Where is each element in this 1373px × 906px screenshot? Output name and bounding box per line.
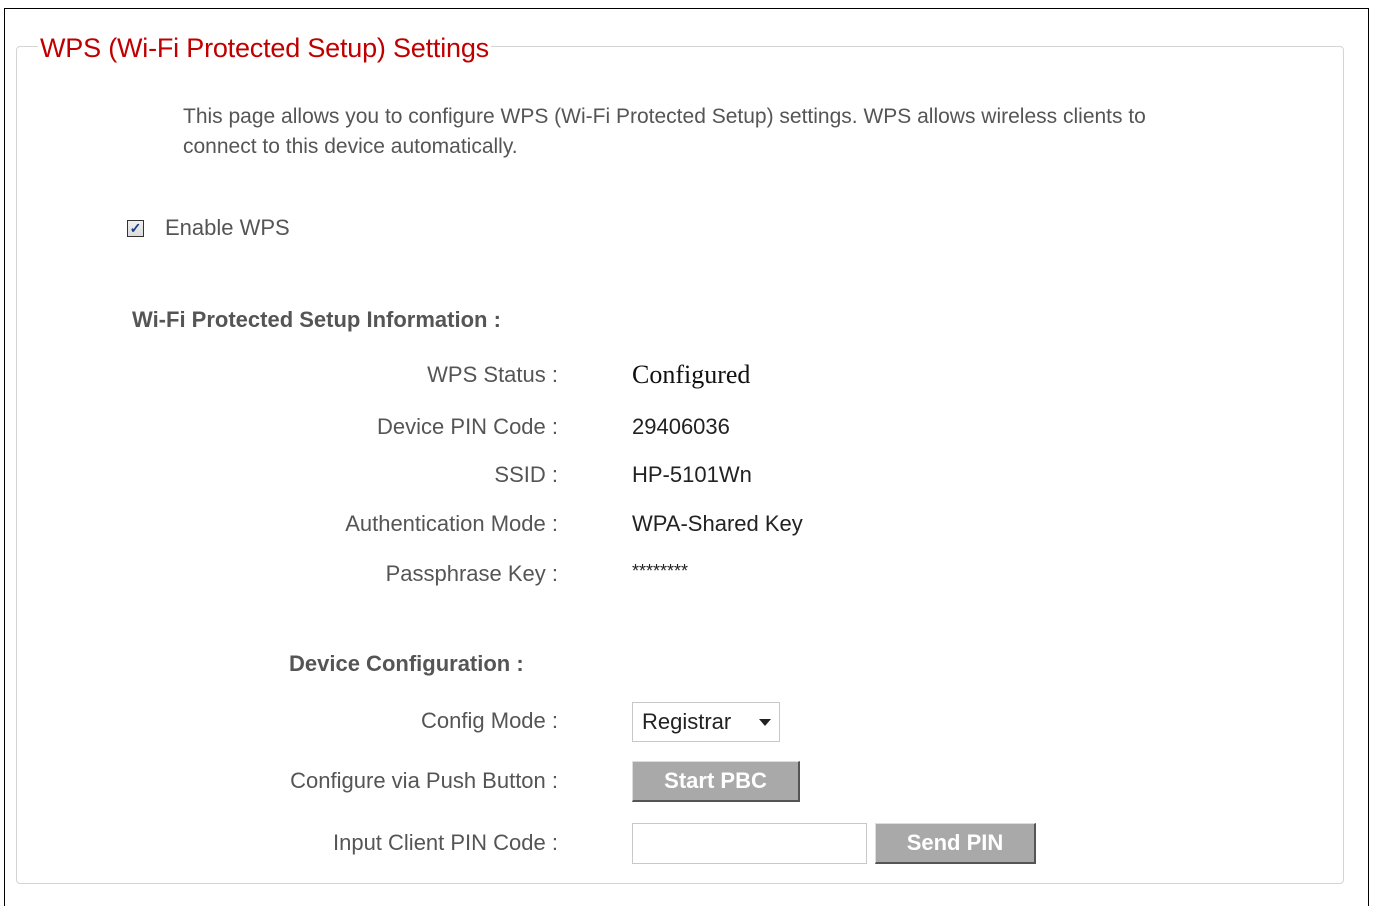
device-pin-value: 29406036 xyxy=(632,414,730,439)
push-button-label: Configure via Push Button : xyxy=(290,768,558,793)
ssid-value: HP-5101Wn xyxy=(632,462,752,487)
enable-wps-checkbox[interactable]: ✓ xyxy=(127,219,144,237)
passphrase-label: Passphrase Key : xyxy=(385,561,558,586)
enable-wps-row[interactable]: ✓ Enable WPS xyxy=(127,215,290,241)
auth-mode-value: WPA-Shared Key xyxy=(632,511,803,536)
info-section-heading: Wi-Fi Protected Setup Information : xyxy=(132,307,501,332)
passphrase-value: ******** xyxy=(632,561,689,581)
enable-wps-label: Enable WPS xyxy=(165,215,290,240)
device-pin-label: Device PIN Code : xyxy=(377,414,558,439)
wps-status-label: WPS Status : xyxy=(427,362,558,387)
page-description: This page allows you to configure WPS (W… xyxy=(183,105,1146,158)
client-pin-input[interactable] xyxy=(632,823,867,864)
client-pin-label: Input Client PIN Code : xyxy=(332,830,558,855)
config-section-heading: Device Configuration : xyxy=(289,651,524,676)
page-title: WPS (Wi-Fi Protected Setup) Settings xyxy=(38,31,491,65)
auth-mode-label: Authentication Mode : xyxy=(345,511,558,536)
chevron-down-icon xyxy=(759,719,771,726)
wps-status-value: Configured xyxy=(632,360,751,389)
ssid-label: SSID : xyxy=(494,462,558,487)
send-pin-button[interactable]: Send PIN xyxy=(875,823,1036,864)
config-mode-label: Config Mode : xyxy=(421,708,558,733)
config-mode-select[interactable]: Registrar xyxy=(632,702,780,742)
config-mode-selected: Registrar xyxy=(642,709,732,734)
start-pbc-button[interactable]: Start PBC xyxy=(632,761,800,802)
